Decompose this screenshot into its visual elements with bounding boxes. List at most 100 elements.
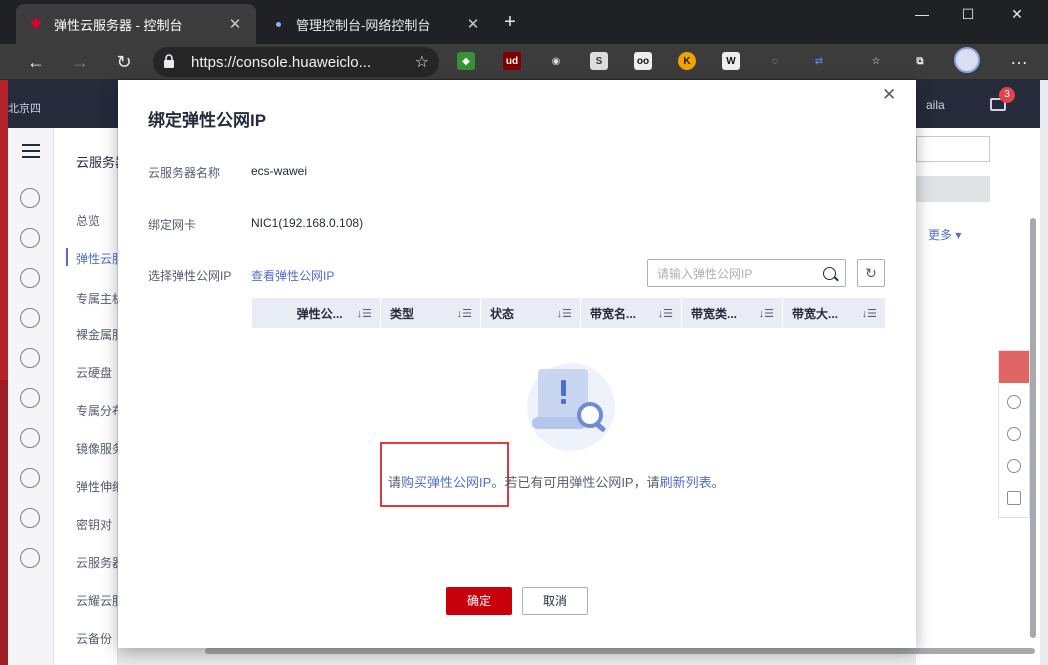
maximize-icon[interactable]: ☐ — [945, 6, 991, 23]
smile-icon[interactable] — [1007, 395, 1021, 409]
sort-icon[interactable]: ↓☰ — [759, 307, 774, 320]
reload-icon[interactable]: ↻ — [112, 50, 136, 74]
hamburger-menu-icon[interactable] — [22, 144, 40, 158]
column-type[interactable]: 类型 ↓☰ — [381, 298, 481, 328]
sort-icon[interactable]: ↓☰ — [862, 307, 877, 320]
column-status[interactable]: 状态 ↓☰ — [481, 298, 581, 328]
tab-network-console[interactable]: 管理控制台-网络控制台 ✕ — [258, 4, 494, 44]
ip-icon[interactable] — [20, 548, 40, 568]
minimize-icon[interactable]: — — [899, 6, 945, 22]
more-label: 更多 — [928, 228, 953, 242]
user-name[interactable]: aila — [926, 98, 945, 112]
speed-icon[interactable] — [20, 428, 40, 448]
sort-icon[interactable]: ↓☰ — [457, 307, 472, 320]
side-item-cbr[interactable]: 云备份 — [76, 630, 112, 647]
column-label: 弹性公... — [296, 306, 343, 321]
triangle-icon[interactable] — [20, 468, 40, 488]
eip-search-input[interactable]: 请输入弹性公网IP — [647, 259, 846, 287]
sort-icon[interactable]: ↓☰ — [658, 307, 673, 320]
vertical-scrollbar[interactable] — [1030, 218, 1036, 638]
list-search-field[interactable] — [916, 136, 990, 162]
buy-eip-link[interactable]: 购买弹性公网IP — [401, 475, 491, 490]
column-label: 带宽名... — [590, 306, 637, 321]
search-placeholder: 请输入弹性公网IP — [657, 266, 753, 281]
column-bandwidth-name[interactable]: 带宽名... ↓☰ — [581, 298, 682, 328]
side-item-bms[interactable]: 裸金属服 — [76, 326, 124, 343]
side-item-hecs[interactable]: 云耀云服 — [76, 592, 124, 609]
file-icon[interactable] — [20, 388, 40, 408]
mountains-icon[interactable] — [20, 268, 40, 288]
extension-green-icon[interactable]: ◆ — [457, 52, 475, 70]
sort-icon[interactable]: ↓☰ — [357, 307, 372, 320]
close-tab-icon[interactable]: ✕ — [226, 15, 244, 33]
ghost-extension-icon[interactable]: ◉ — [547, 52, 565, 70]
floating-help-bar — [998, 350, 1030, 518]
region-selector[interactable]: 北京四 — [8, 100, 41, 116]
tab-ecs-console[interactable]: 弹性云服务器 - 控制台 ✕ — [16, 4, 256, 44]
close-window-icon[interactable]: ✕ — [994, 6, 1040, 23]
confirm-button[interactable]: 确定 — [446, 587, 512, 615]
empty-prefix: 请 — [388, 475, 402, 490]
chat-icon[interactable] — [999, 351, 1029, 383]
side-item-ecs[interactable]: 弹性云服 — [76, 250, 124, 267]
more-dropdown[interactable]: 更多 ▾ — [928, 226, 961, 243]
horizontal-scrollbar[interactable] — [205, 648, 1035, 654]
column-label: 状态 — [490, 306, 515, 321]
column-bandwidth-size[interactable]: 带宽大... ↓☰ — [783, 298, 885, 328]
database-icon[interactable] — [20, 308, 40, 328]
view-eip-link[interactable]: 查看弹性公网IP — [251, 267, 334, 284]
side-item-dedicated-host[interactable]: 专属主机 — [76, 290, 124, 307]
shuffle-extension-icon[interactable]: ⇄ — [810, 52, 828, 70]
close-icon[interactable]: ✕ — [882, 85, 896, 105]
desktop-background-strip-lower — [0, 380, 8, 665]
mail-badge: 3 — [999, 87, 1015, 103]
s-extension-icon[interactable]: S — [590, 52, 608, 70]
search-icon[interactable] — [823, 266, 836, 280]
favorites-list-icon[interactable]: ☆ — [867, 52, 885, 70]
circle-extension-icon[interactable]: ◌ — [766, 52, 784, 70]
cluster-icon[interactable] — [20, 228, 40, 248]
forward-arrow-icon[interactable]: → — [68, 50, 92, 74]
side-item-as[interactable]: 弹性伸缩 — [76, 478, 124, 495]
column-eip[interactable]: 弹性公... ↓☰ — [252, 298, 381, 328]
column-label: 带宽类... — [691, 306, 738, 321]
side-item-ims[interactable]: 镜像服务 — [76, 440, 124, 457]
oo-extension-icon[interactable]: oo — [634, 52, 652, 70]
cloud-service-icon[interactable] — [20, 188, 40, 208]
new-tab-button[interactable]: + — [500, 10, 520, 34]
collections-icon[interactable]: ⧉ — [911, 52, 929, 70]
side-item-keypair[interactable]: 密钥对 — [76, 516, 112, 533]
address-bar[interactable]: https://console.huaweiclo... ☆ — [153, 47, 439, 77]
feedback-icon[interactable] — [1007, 491, 1021, 505]
refresh-button[interactable]: ↻ — [857, 259, 885, 287]
side-item-dss[interactable]: 专属分布 — [76, 402, 124, 419]
sort-icon[interactable]: ↓☰ — [557, 307, 572, 320]
eip-table-header: 弹性公... ↓☰ 类型 ↓☰ 状态 ↓☰ 带宽名... ↓☰ 带宽类... ↓… — [252, 298, 885, 328]
help-icon[interactable] — [1007, 459, 1021, 473]
profile-avatar[interactable] — [954, 47, 980, 73]
storage-icon[interactable] — [20, 348, 40, 368]
column-bandwidth-type[interactable]: 带宽类... ↓☰ — [682, 298, 783, 328]
globe-icon[interactable] — [20, 508, 40, 528]
refresh-list-link[interactable]: 刷新列表 — [660, 475, 712, 490]
cancel-button[interactable]: 取消 — [522, 587, 588, 615]
selected-indicator — [66, 248, 68, 266]
ublock-icon[interactable]: ud — [503, 52, 521, 70]
w-extension-icon[interactable]: W — [722, 52, 740, 70]
favorite-star-icon[interactable]: ☆ — [415, 52, 429, 72]
close-tab-icon[interactable]: ✕ — [464, 15, 482, 33]
table-header-row — [916, 176, 990, 202]
column-label: 类型 — [390, 306, 415, 321]
more-menu-icon[interactable]: … — [1010, 48, 1028, 69]
side-item-ecs-group[interactable]: 云服务器 — [76, 554, 124, 571]
back-arrow-icon[interactable]: ← — [24, 50, 48, 74]
support-icon[interactable] — [1007, 427, 1021, 441]
dialog-title: 绑定弹性公网IP — [148, 111, 267, 130]
side-item-overview[interactable]: 总览 — [76, 212, 100, 229]
k-extension-icon[interactable]: K — [678, 52, 696, 70]
bind-eip-dialog: 绑定弹性公网IP ✕ 云服务器名称 ecs-wawei 绑定网卡 NIC1(19… — [118, 80, 916, 648]
nic-value: NIC1(192.168.0.108) — [251, 216, 364, 230]
side-item-evs[interactable]: 云硬盘 — [76, 364, 112, 381]
empty-suffix: 。 — [711, 475, 725, 490]
empty-list-illustration — [527, 363, 615, 451]
